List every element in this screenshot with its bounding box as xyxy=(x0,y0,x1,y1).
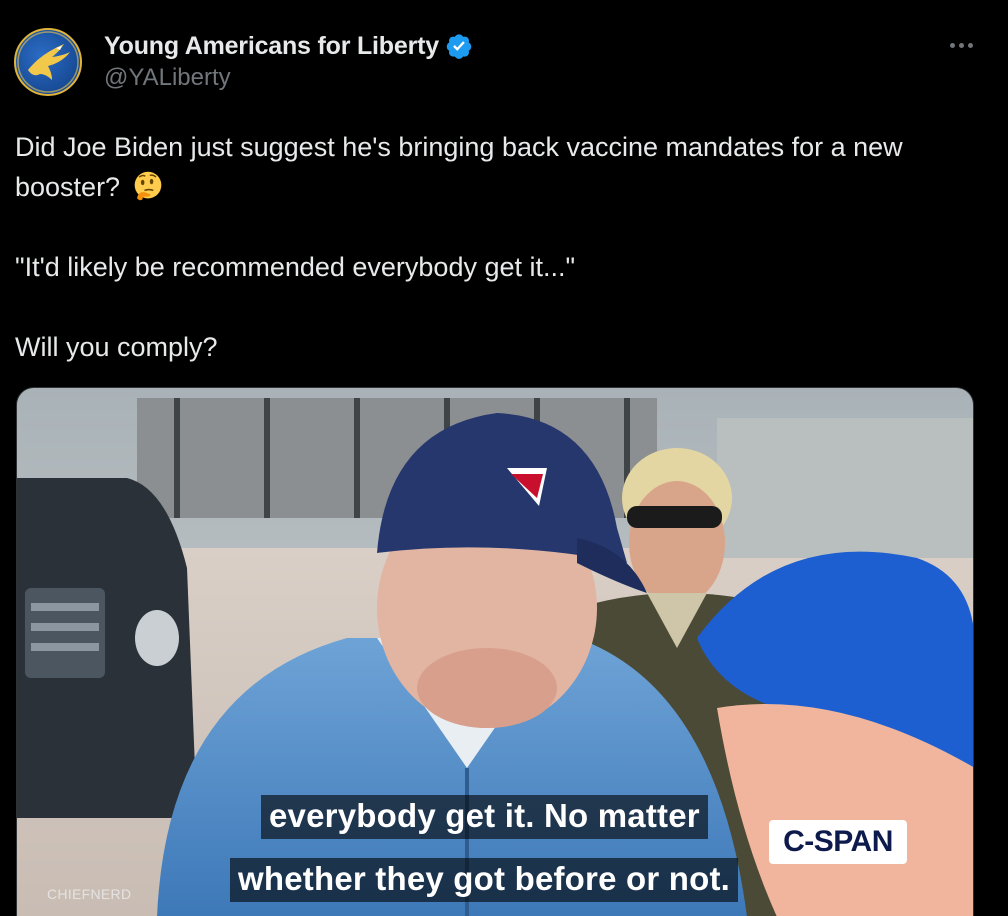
tweet-text-line: Will you comply? xyxy=(15,332,218,362)
dot xyxy=(967,42,973,48)
thinking-face-emoji-icon xyxy=(134,171,161,201)
author-avatar[interactable] xyxy=(14,28,82,96)
network-logo-badge: C-SPAN xyxy=(769,820,907,864)
tweet-text: Did Joe Biden just suggest he's bringing… xyxy=(15,127,975,367)
tweet-text-line-with-emoji: booster? xyxy=(15,167,975,207)
tweet-text-line: Did Joe Biden just suggest he's bringing… xyxy=(15,132,903,162)
dot xyxy=(958,42,964,48)
author-info: Young Americans for Liberty @YALiberty xyxy=(104,30,473,92)
video-caption-line: whether they got before or not. xyxy=(230,858,739,902)
video-caption-line: everybody get it. No matter xyxy=(261,795,708,839)
more-options-icon[interactable] xyxy=(944,30,978,60)
video-player[interactable]: everybody get it. No matter whether they… xyxy=(16,387,974,916)
author-handle[interactable]: @YALiberty xyxy=(104,64,473,92)
eagle-logo-icon xyxy=(17,31,79,93)
video-watermark: CHIEFNERD xyxy=(47,886,132,902)
author-name[interactable]: Young Americans for Liberty xyxy=(104,32,439,61)
verified-badge-icon[interactable] xyxy=(445,32,473,60)
dot xyxy=(949,42,955,48)
author-name-row: Young Americans for Liberty xyxy=(104,30,473,62)
tweet-text-line: "It'd likely be recommended everybody ge… xyxy=(15,252,576,282)
tweet-text-line: booster? xyxy=(15,172,121,202)
